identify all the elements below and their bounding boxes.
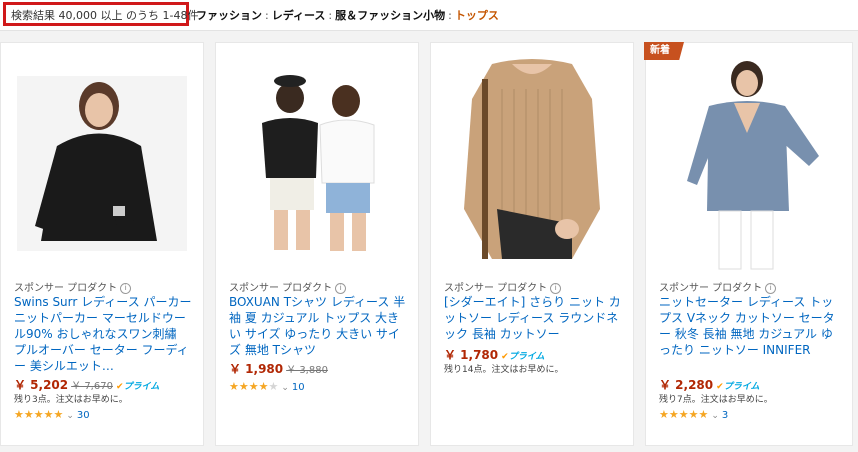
product-card[interactable]: 新着 スポンサー プロダクト i ニットセーター レディース トップス Vネック … [644, 42, 853, 446]
prime-check-icon: ✔ [716, 382, 724, 392]
product-title[interactable]: BOXUAN Tシャツ レディース 半袖 夏 カジュアル トップス 大きい サイ… [229, 294, 407, 358]
star-rating[interactable]: ★★★★★ [14, 408, 63, 421]
info-icon[interactable]: i [120, 282, 132, 294]
chevron-down-icon[interactable]: ⌄ [66, 411, 74, 421]
price-row: ￥ 1,980 ￥ 3,880 [229, 360, 328, 377]
breadcrumb-separator: : [448, 9, 452, 22]
results-bar: 検索結果 40,000 以上 のうち 1-48件 ファッション: レディース: 服＆… [0, 0, 858, 31]
star-rating[interactable]: ★★★★★ [229, 380, 278, 393]
rating-row[interactable]: ★★★★★ ⌄ 30 [14, 408, 90, 421]
price-row: ￥ 2,280 ✔プライム [659, 376, 760, 393]
prime-check-icon: ✔ [115, 382, 124, 392]
prime-badge: ✔プライム [115, 382, 160, 392]
breadcrumb: ファッション: レディース: 服＆ファッション小物: トップス [196, 7, 499, 23]
product-title[interactable]: [シダーエイト] さらり ニット カットソー レディース ラウンドネック 長袖 … [444, 294, 622, 342]
product-title[interactable]: ニットセーター レディース トップス Vネック カットソー セーター 秋冬 長袖… [659, 294, 837, 358]
new-arrival-badge: 新着 [644, 42, 684, 60]
breadcrumb-separator: : [265, 9, 269, 22]
price: ￥ 2,280 [659, 378, 714, 392]
review-count[interactable]: 10 [292, 382, 305, 393]
product-image[interactable] [216, 53, 418, 273]
price-row: ￥ 5,202 ￥ 7,670 ✔プライム [14, 376, 159, 393]
product-title[interactable]: Swins Surr レディース パーカー ニットパーカー マーセルドウール90… [14, 294, 192, 374]
prime-check-icon: ✔ [501, 352, 509, 362]
product-card[interactable]: スポンサー プロダクト i [シダーエイト] さらり ニット カットソー レディー… [430, 42, 634, 446]
price: ￥ 1,980 [229, 362, 284, 376]
sponsored-label: スポンサー プロダクト i [659, 279, 777, 294]
rating-row[interactable]: ★★★★★ ⌄ 3 [659, 408, 728, 421]
product-photo-vneck [669, 61, 829, 271]
product-card[interactable]: スポンサー プロダクト i Swins Surr レディース パーカー ニットパー… [0, 42, 204, 446]
price: ￥ 1,780 [444, 348, 499, 362]
info-icon[interactable]: i [765, 282, 777, 294]
sponsored-label: スポンサー プロダクト i [14, 279, 132, 294]
product-card[interactable]: スポンサー プロダクト i BOXUAN Tシャツ レディース 半袖 夏 カジュア… [215, 42, 419, 446]
product-image[interactable] [431, 59, 633, 271]
info-icon[interactable]: i [550, 282, 562, 294]
sponsored-label: スポンサー プロダクト i [444, 279, 562, 294]
price: ￥ 5,202 [14, 378, 69, 392]
old-price: ￥ 3,880 [286, 365, 328, 376]
stock-note: 残り3点。注文はお早めに。 [14, 395, 128, 405]
product-image[interactable] [646, 61, 852, 271]
chevron-down-icon[interactable]: ⌄ [711, 411, 719, 421]
prime-badge: ✔プライム [716, 382, 760, 392]
breadcrumb-separator: : [328, 9, 333, 22]
rating-row[interactable]: ★★★★★ ⌄ 10 [229, 380, 305, 393]
breadcrumb-clothing[interactable]: 服＆ファッション小物 [335, 9, 445, 22]
product-photo-tshirts [242, 73, 392, 253]
breadcrumb-ladies[interactable]: レディース [272, 9, 326, 22]
stock-note: 残り14点。注文はお早めに。 [444, 365, 564, 375]
info-icon[interactable]: i [335, 282, 347, 294]
star-rating[interactable]: ★★★★★ [659, 408, 708, 421]
product-photo-hoodie [17, 75, 187, 251]
breadcrumb-fashion[interactable]: ファッション [196, 9, 262, 22]
product-photo-knit [442, 59, 622, 271]
product-image[interactable] [1, 53, 203, 273]
review-count[interactable]: 30 [77, 410, 90, 421]
stock-note: 残り7点。注文はお早めに。 [659, 395, 773, 405]
results-count-text: 検索結果 40,000 以上 のうち 1-48件 [11, 9, 199, 22]
breadcrumb-current-tops[interactable]: トップス [455, 9, 499, 22]
review-count[interactable]: 3 [722, 410, 728, 421]
chevron-down-icon[interactable]: ⌄ [281, 383, 289, 393]
sponsored-label: スポンサー プロダクト i [229, 279, 347, 294]
prime-badge: ✔プライム [501, 352, 545, 362]
old-price: ￥ 7,670 [71, 381, 113, 392]
price-row: ￥ 1,780 ✔プライム [444, 346, 545, 363]
